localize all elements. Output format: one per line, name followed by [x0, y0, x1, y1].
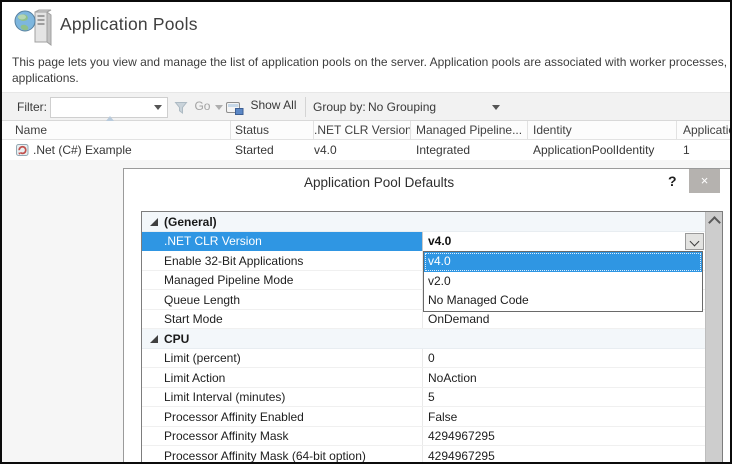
dropdown-option-no-managed-code[interactable]: No Managed Code [424, 291, 702, 311]
chevron-down-icon [690, 236, 700, 246]
property-label: Processor Affinity Mask [164, 429, 289, 443]
group-by-select[interactable]: No Grouping [368, 93, 504, 120]
grid-row-net-clr-version[interactable]: .NET CLR Version v4.0 [142, 232, 705, 252]
filter-dropdown-caret-icon[interactable] [154, 105, 162, 110]
clr-version-combobox[interactable]: v4.0 [422, 232, 705, 252]
page-description-line2: applications. [12, 71, 728, 85]
property-value: 4294967295 [422, 427, 705, 446]
property-label: Enable 32-Bit Applications [164, 254, 303, 268]
column-header-pipeline[interactable]: Managed Pipeline... [416, 123, 522, 137]
sort-ascending-icon [106, 116, 114, 121]
show-all-label: Show All [250, 98, 296, 112]
collapse-triangle-icon[interactable] [150, 218, 158, 226]
group-by-caret-icon [492, 105, 500, 110]
property-label: .NET CLR Version [164, 234, 262, 248]
grid-row-limit-percent[interactable]: Limit (percent) 0 [142, 349, 705, 369]
group-by-label: Group by: [313, 100, 366, 114]
pool-pipeline: Integrated [416, 143, 470, 157]
filter-label: Filter: [17, 100, 47, 114]
property-label: Start Mode [164, 312, 223, 326]
dropdown-option-v40[interactable]: v4.0 [424, 252, 702, 272]
grid-row-start-mode[interactable]: Start Mode OnDemand [142, 310, 705, 330]
pool-applications: 1 [683, 143, 690, 157]
property-value: 4294967295 [422, 446, 705, 464]
property-label: Processor Affinity Mask (64-bit option) [164, 449, 366, 463]
close-icon: × [701, 173, 709, 188]
application-pool-defaults-dialog: Application Pool Defaults ? × (General) … [123, 168, 732, 464]
clr-version-value: v4.0 [428, 234, 451, 248]
help-button[interactable]: ? [668, 173, 677, 189]
grid-scrollbar[interactable] [705, 212, 722, 464]
column-header-name[interactable]: Name [15, 123, 47, 137]
column-header-identity[interactable]: Identity [533, 123, 572, 137]
show-all-icon [226, 100, 244, 115]
pool-name: .Net (C#) Example [33, 143, 132, 157]
server-globe-icon [12, 6, 56, 51]
go-button-label: Go [194, 99, 210, 113]
property-value: OnDemand [422, 310, 705, 329]
toolbar-separator [305, 97, 306, 117]
property-value: 5 [422, 388, 705, 407]
scroll-up-icon[interactable] [708, 216, 721, 229]
grid-row-limit-action[interactable]: Limit Action NoAction [142, 368, 705, 388]
page-description-line1: This page lets you view and manage the l… [12, 55, 728, 69]
combo-dropdown-button[interactable] [685, 233, 704, 251]
app-pool-icon [15, 142, 30, 162]
close-button[interactable]: × [689, 169, 720, 193]
column-separator [230, 121, 231, 140]
group-by-value: No Grouping [368, 100, 436, 114]
property-value: NoAction [422, 368, 705, 387]
page-title: Application Pools [60, 14, 198, 35]
grid-row-processor-affinity-mask-64[interactable]: Processor Affinity Mask (64-bit option) … [142, 446, 705, 464]
pool-status: Started [235, 143, 274, 157]
property-value: False [422, 407, 705, 426]
property-value: 0 [422, 349, 705, 368]
grid-row-processor-affinity-mask[interactable]: Processor Affinity Mask 4294967295 [142, 427, 705, 447]
property-label: Limit (percent) [164, 351, 241, 365]
iis-application-pools-screen: Application Pools This page lets you vie… [0, 0, 732, 464]
pool-clr-version: v4.0 [314, 143, 337, 157]
collapse-triangle-icon[interactable] [150, 335, 158, 343]
grid-row-limit-interval[interactable]: Limit Interval (minutes) 5 [142, 388, 705, 408]
column-header-applications[interactable]: Applications [683, 123, 732, 137]
pool-identity: ApplicationPoolIdentity [533, 143, 654, 157]
pool-row[interactable]: .Net (C#) Example Started v4.0 Integrate… [2, 140, 730, 160]
property-label: Processor Affinity Enabled [164, 410, 304, 424]
column-separator [313, 121, 314, 140]
property-grid-rows: (General) .NET CLR Version v4.0 Enable 3… [142, 212, 705, 464]
column-header-status[interactable]: Status [235, 123, 269, 137]
grid-section-cpu[interactable]: CPU [142, 329, 705, 349]
filter-funnel-icon [174, 101, 189, 115]
grid-row-processor-affinity-enabled[interactable]: Processor Affinity Enabled False [142, 407, 705, 427]
dialog-title: Application Pool Defaults [304, 175, 454, 190]
go-button[interactable]: Go [174, 100, 209, 118]
column-separator [410, 121, 411, 140]
show-all-button[interactable]: Show All [226, 99, 294, 117]
property-label: Limit Action [164, 371, 225, 385]
property-label: Queue Length [164, 293, 240, 307]
property-grid: (General) .NET CLR Version v4.0 Enable 3… [141, 211, 723, 464]
clr-version-dropdown-list: v4.0 v2.0 No Managed Code [423, 251, 703, 312]
section-label: CPU [164, 332, 189, 346]
dropdown-option-v20[interactable]: v2.0 [424, 272, 702, 292]
go-dropdown-caret-icon[interactable] [215, 105, 223, 110]
column-separator [676, 121, 677, 140]
filter-input[interactable] [50, 97, 168, 118]
section-label: (General) [164, 215, 217, 229]
column-separator [527, 121, 528, 140]
column-header-clr-version[interactable]: .NET CLR Version [314, 123, 412, 137]
property-label: Limit Interval (minutes) [164, 390, 285, 404]
grid-section-general[interactable]: (General) [142, 212, 705, 232]
pool-list-header: Name Status .NET CLR Version Managed Pip… [2, 121, 730, 140]
property-label: Managed Pipeline Mode [164, 273, 293, 287]
